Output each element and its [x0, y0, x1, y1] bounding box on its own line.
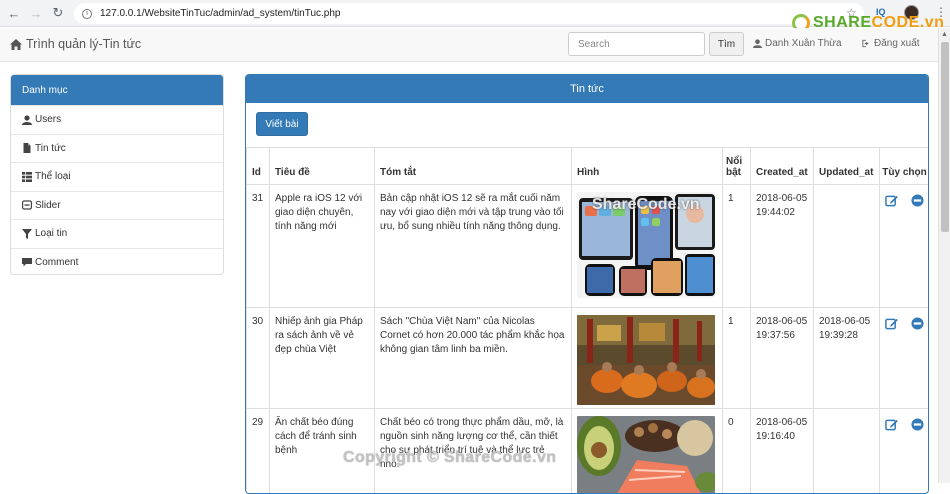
brand-title: Trình quản lý-Tin tức: [26, 37, 141, 51]
sidebar-item-loai-tin[interactable]: Loại tin: [11, 219, 223, 248]
panel-title: Tin tức: [246, 75, 928, 103]
user-icon: [22, 115, 32, 125]
cell-image: [572, 308, 723, 409]
column-header-summary[interactable]: Tóm tắt: [375, 148, 572, 185]
cell-id: 31: [247, 185, 270, 308]
edit-icon[interactable]: [885, 193, 899, 207]
search-input[interactable]: [568, 32, 705, 56]
site-info-icon[interactable]: i: [82, 9, 92, 19]
edit-icon[interactable]: [885, 316, 899, 330]
cell-id: 30: [247, 308, 270, 409]
article-thumbnail-fats: [577, 416, 715, 494]
home-icon: [10, 39, 22, 50]
sidebar-item-label: Thể loại: [35, 171, 71, 182]
cell-created-at: 2018-06-05 19:16:40: [751, 409, 814, 494]
cell-updated-at: 2018-06-05 19:39:28: [814, 308, 880, 409]
scrollbar-thumb[interactable]: [941, 42, 949, 232]
column-header-image[interactable]: Hình: [572, 148, 723, 185]
cell-summary: Bản cập nhật iOS 12 sẽ ra mắt cuối năm n…: [375, 185, 572, 308]
cell-actions: [880, 185, 930, 308]
sidebar-item-tin-tuc[interactable]: Tin tức: [11, 134, 223, 163]
cell-actions: [880, 308, 930, 409]
column-header-options[interactable]: Tùy chọn: [880, 148, 930, 185]
user-icon: [753, 39, 762, 48]
category-sidebar: Danh mục Users Tin tức Thể loại Slider L…: [10, 74, 224, 275]
cell-featured: 1: [723, 308, 751, 409]
sidebar-item-the-loai[interactable]: Thể loại: [11, 162, 223, 191]
sidebar-item-comment[interactable]: Comment: [11, 248, 223, 276]
delete-icon[interactable]: [911, 193, 925, 207]
address-bar[interactable]: i 127.0.0.1/WebsiteTinTuc/admin/ad_syste…: [74, 3, 864, 24]
slider-icon: [22, 200, 32, 210]
column-header-created-at[interactable]: Created_at: [751, 148, 814, 185]
edit-icon[interactable]: [885, 417, 899, 431]
cell-summary: Sách "Chùa Việt Nam" của Nicolas Cornet …: [375, 308, 572, 409]
sidebar-title: Danh mục: [11, 75, 223, 105]
cell-created-at: 2018-06-05 19:37:56: [751, 308, 814, 409]
delete-icon[interactable]: [911, 316, 925, 330]
column-header-id[interactable]: Id: [247, 148, 270, 185]
cell-image: [572, 409, 723, 494]
pagoda-monks-image: [577, 315, 715, 405]
table-header-row: Id Tiêu đề Tóm tắt Hình Nổi bật Created_…: [247, 148, 930, 185]
cell-created-at: 2018-06-05 19:44:02: [751, 185, 814, 308]
comment-icon: [22, 257, 32, 267]
cell-title: Nhiếp ảnh gia Pháp ra sách ảnh về vẻ đẹp…: [270, 308, 375, 409]
cell-featured: 1: [723, 185, 751, 308]
user-name: Danh Xuân Thừa: [765, 38, 842, 49]
cell-id: 29: [247, 409, 270, 494]
sidebar-item-label: Tin tức: [35, 143, 66, 154]
sidebar-item-label: Comment: [35, 257, 78, 268]
cell-updated-at: [814, 185, 880, 308]
delete-icon[interactable]: [911, 417, 925, 431]
news-panel: Tin tức Viết bài Id Tiêu đề Tóm tắt Hình…: [245, 74, 929, 494]
th-list-icon: [22, 172, 32, 182]
user-profile-link[interactable]: Danh Xuân Thừa: [753, 38, 842, 49]
logout-icon: [861, 39, 871, 48]
forward-arrow-icon[interactable]: →: [28, 5, 44, 21]
page-scrollbar[interactable]: ▲: [938, 28, 950, 483]
healthy-fats-food-image: [577, 416, 715, 494]
write-article-button[interactable]: Viết bài: [256, 112, 308, 136]
search-button[interactable]: Tìm: [709, 32, 744, 56]
navbar-brand[interactable]: Trình quản lý-Tin tức: [10, 37, 141, 51]
scroll-up-icon[interactable]: ▲: [941, 31, 948, 38]
logout-link[interactable]: Đăng xuất: [861, 38, 920, 49]
table-row: 31 Apple ra iOS 12 với giao diện chuyên,…: [247, 185, 930, 308]
column-header-updated-at[interactable]: Updated_at: [814, 148, 880, 185]
logout-label: Đăng xuất: [874, 38, 920, 49]
cell-title: Apple ra iOS 12 với giao diện chuyên, tí…: [270, 185, 375, 308]
app-navbar: Trình quản lý-Tin tức Tìm Danh Xuân Thừa…: [0, 28, 938, 62]
file-icon: [22, 143, 32, 153]
back-arrow-icon[interactable]: ←: [6, 5, 22, 21]
sidebar-item-users[interactable]: Users: [11, 105, 223, 134]
reload-icon[interactable]: ↻: [50, 5, 66, 21]
address-url: 127.0.0.1/WebsiteTinTuc/admin/ad_system/…: [100, 8, 341, 19]
watermark-center: ShareCode.vn: [592, 196, 700, 214]
table-row: 30 Nhiếp ảnh gia Pháp ra sách ảnh về vẻ …: [247, 308, 930, 409]
filter-icon: [22, 229, 32, 239]
cell-actions: [880, 409, 930, 494]
news-table: Id Tiêu đề Tóm tắt Hình Nổi bật Created_…: [246, 147, 929, 494]
column-header-featured[interactable]: Nổi bật: [723, 148, 751, 185]
column-header-title[interactable]: Tiêu đề: [270, 148, 375, 185]
cell-featured: 0: [723, 409, 751, 494]
sidebar-item-label: Loại tin: [35, 228, 67, 239]
sidebar-item-label: Slider: [35, 200, 61, 211]
sidebar-item-label: Users: [35, 114, 61, 125]
watermark-copyright: Copyright © ShareCode.vn: [343, 449, 556, 467]
cell-updated-at: [814, 409, 880, 494]
sidebar-item-slider[interactable]: Slider: [11, 191, 223, 220]
article-thumbnail-pagoda: [577, 315, 715, 405]
